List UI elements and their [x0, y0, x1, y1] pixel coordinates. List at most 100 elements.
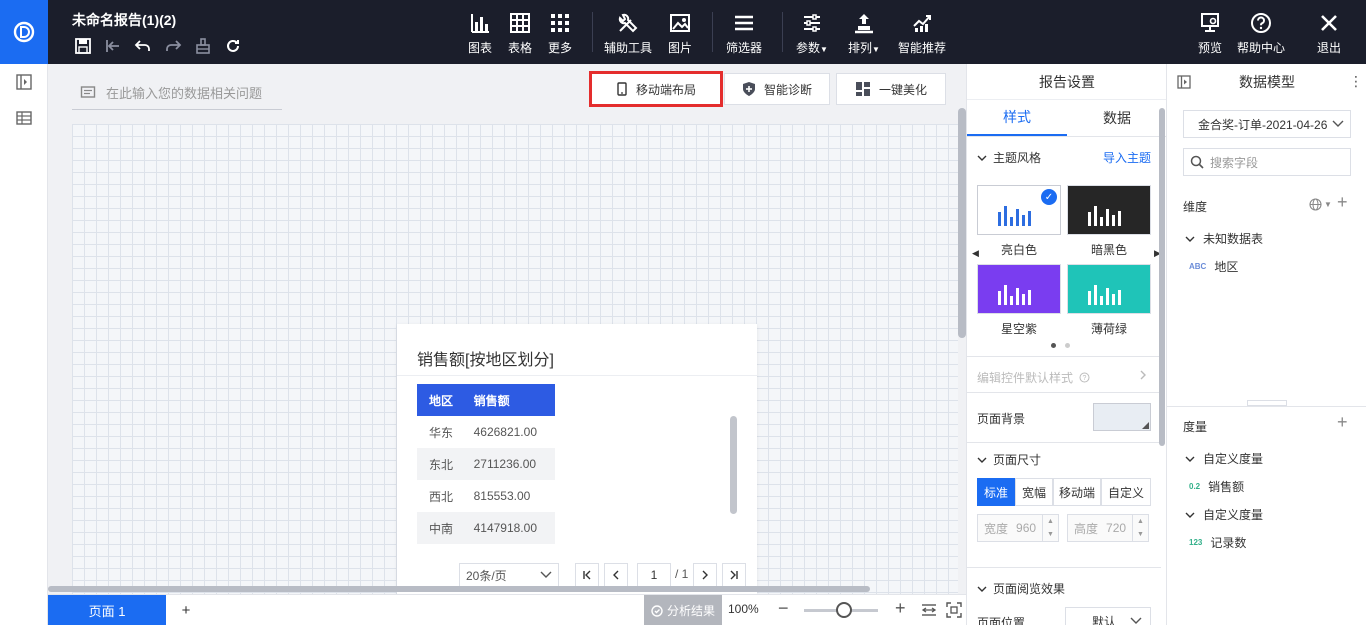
report-canvas[interactable]: 销售额[按地区划分] 地区 销售额 华东 4626821.00 东北 27112…: [72, 124, 958, 594]
params-button[interactable]: 参数▼: [793, 12, 831, 56]
app-logo[interactable]: [0, 0, 48, 64]
measure-group-2[interactable]: 自定义度量: [1185, 506, 1263, 523]
theme-preview-bar: [1118, 290, 1121, 305]
table-button[interactable]: 表格: [506, 12, 534, 56]
analysis-result-button[interactable]: 分析结果: [644, 595, 722, 625]
mobile-layout-button[interactable]: 移动端布局: [589, 71, 723, 107]
theme-mint[interactable]: [1067, 264, 1151, 314]
size-option-wide[interactable]: 宽幅: [1015, 478, 1053, 506]
question-input[interactable]: 在此输入您的数据相关问题: [72, 76, 282, 110]
page-position-select[interactable]: 默认: [1065, 607, 1151, 625]
zoom-in-button[interactable]: +: [895, 598, 906, 619]
undo-icon[interactable]: [130, 36, 156, 56]
page-size-section-toggle[interactable]: 页面尺寸: [977, 451, 1041, 468]
measure-field-sales[interactable]: 0.2 销售额: [1189, 478, 1244, 495]
format-painter-icon[interactable]: [190, 36, 216, 56]
sort-button[interactable]: 排列▼: [845, 12, 883, 56]
theme-section-toggle[interactable]: 主题风格: [977, 149, 1041, 166]
theme-purple[interactable]: [977, 264, 1061, 314]
more-options-icon[interactable]: ⋮: [1349, 73, 1363, 90]
theme-light[interactable]: ✓: [977, 185, 1061, 235]
theme-preview-bar: [1004, 285, 1007, 305]
refresh-icon[interactable]: [220, 36, 246, 56]
first-page-button[interactable]: [575, 563, 599, 587]
page-number-input[interactable]: 1: [637, 563, 671, 587]
size-option-mobile[interactable]: 移动端: [1053, 478, 1101, 506]
import-theme-link[interactable]: 导入主题: [1103, 149, 1151, 166]
dimension-field-region[interactable]: ABC 地区: [1189, 258, 1238, 275]
aux-tools-button[interactable]: 辅助工具: [603, 12, 653, 56]
zoom-level: 100%: [728, 602, 759, 616]
stepper[interactable]: ▲ ▼: [1042, 515, 1058, 541]
add-page-button[interactable]: +: [166, 595, 206, 625]
measure-group-1[interactable]: 自定义度量: [1185, 450, 1263, 467]
zoom-slider-handle[interactable]: [836, 602, 852, 618]
theme-preview-bar: [1094, 206, 1097, 226]
save-icon[interactable]: [70, 36, 96, 56]
smart-diagnose-button[interactable]: 智能诊断: [724, 73, 830, 105]
page-tab[interactable]: 页面 1: [48, 595, 166, 625]
theme-dark[interactable]: [1067, 185, 1151, 235]
filter-button[interactable]: 筛选器: [724, 12, 764, 56]
canvas-horizontal-scrollbar[interactable]: [48, 586, 870, 592]
measure-field-count[interactable]: 123 记录数: [1189, 534, 1246, 551]
column-header[interactable]: 销售额: [461, 384, 555, 416]
caret-up-icon[interactable]: ▲: [1137, 518, 1144, 525]
column-header[interactable]: 地区: [417, 384, 462, 416]
smart-recommend-button[interactable]: 智能推荐: [897, 12, 947, 56]
prev-page-button[interactable]: [604, 563, 628, 587]
theme-preview-bar: [1112, 294, 1115, 305]
size-option-standard[interactable]: 标准: [977, 478, 1015, 506]
chevron-down-icon: [977, 586, 987, 592]
report-title[interactable]: 未命名报告(1)(2): [72, 10, 176, 30]
caret-down-icon[interactable]: ▼: [1137, 531, 1144, 538]
table-group-unknown[interactable]: 未知数据表: [1185, 230, 1263, 247]
fit-width-icon[interactable]: [921, 602, 937, 618]
panel-toggle-icon[interactable]: [16, 74, 32, 90]
settings-scrollbar[interactable]: [1159, 108, 1165, 446]
fit-screen-icon[interactable]: [946, 602, 962, 618]
zoom-out-button[interactable]: −: [778, 598, 789, 619]
table-header-row: 地区 销售额: [417, 384, 555, 416]
redo-icon[interactable]: [160, 36, 186, 56]
back-to-start-icon[interactable]: [100, 36, 126, 56]
table-widget[interactable]: 销售额[按地区划分] 地区 销售额 华东 4626821.00 东北 27112…: [397, 324, 757, 594]
carousel-prev-icon[interactable]: ◀: [972, 248, 979, 259]
browse-effect-section-toggle[interactable]: 页面阅览效果: [977, 580, 1065, 597]
exit-button[interactable]: 退出: [1316, 12, 1342, 56]
width-field[interactable]: 宽度 960 ▲ ▼: [977, 514, 1059, 542]
caret-down-icon[interactable]: ▼: [1047, 531, 1054, 538]
more-button[interactable]: 更多: [546, 12, 574, 56]
add-dimension-icon[interactable]: +: [1337, 192, 1348, 213]
chart-button[interactable]: 图表: [466, 12, 494, 56]
chevron-down-icon: [1130, 617, 1142, 624]
table-list-icon[interactable]: [16, 110, 32, 126]
chevron-left-icon: [613, 570, 619, 580]
add-measure-icon[interactable]: +: [1337, 412, 1348, 433]
carousel-dot[interactable]: [1065, 343, 1070, 348]
background-color-picker[interactable]: [1093, 403, 1151, 431]
canvas-vertical-scrollbar[interactable]: [958, 108, 966, 338]
caret-down-icon[interactable]: ▼: [1324, 200, 1332, 209]
caret-up-icon[interactable]: ▲: [1047, 518, 1054, 525]
beautify-button[interactable]: 一键美化: [836, 73, 946, 105]
size-option-custom[interactable]: 自定义: [1101, 478, 1151, 506]
page-size-select[interactable]: 20条/页: [459, 563, 559, 587]
carousel-dot-active[interactable]: [1051, 343, 1056, 348]
preview-button[interactable]: 预览: [1196, 12, 1224, 56]
stepper[interactable]: ▲ ▼: [1132, 515, 1148, 541]
field-search-input[interactable]: 搜索字段: [1183, 148, 1351, 176]
widget-scrollbar[interactable]: [730, 416, 737, 514]
table-cell: 西北: [429, 489, 454, 504]
height-field[interactable]: 高度 720 ▲ ▼: [1067, 514, 1149, 542]
next-page-button[interactable]: [693, 563, 717, 587]
last-page-button[interactable]: [722, 563, 746, 587]
theme-preview-bar: [1088, 291, 1091, 305]
help-center-button[interactable]: 帮助中心: [1236, 12, 1286, 56]
tab-style[interactable]: 样式: [967, 100, 1067, 136]
tab-data[interactable]: 数据: [1067, 100, 1166, 136]
globe-icon[interactable]: [1309, 198, 1322, 211]
trend-chart-icon: [913, 15, 931, 32]
image-button[interactable]: 图片: [666, 12, 694, 56]
dataset-select[interactable]: 金合奖-订单-2021-04-26: [1183, 110, 1351, 138]
